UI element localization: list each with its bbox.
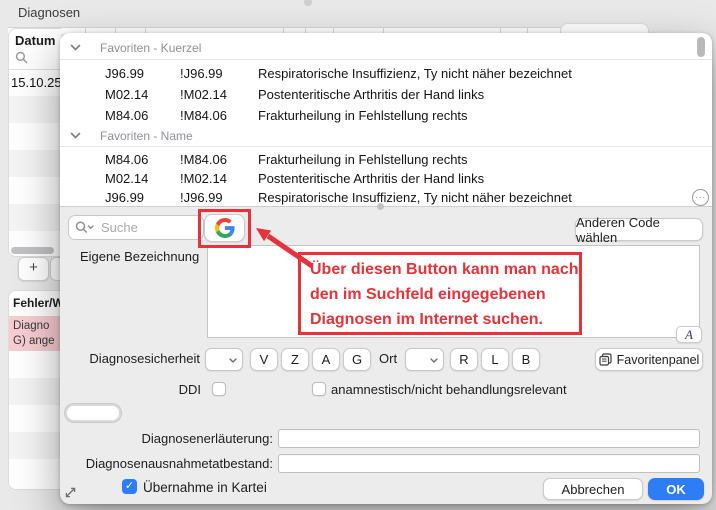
ort-select[interactable] bbox=[405, 348, 444, 371]
favorite-row[interactable]: M84.06 !M84.06 Frakturheilung in Fehlste… bbox=[60, 106, 712, 126]
ort-option-l[interactable]: L bbox=[481, 348, 509, 371]
list-scrollbar-thumb[interactable] bbox=[697, 37, 705, 57]
icd-flagged-code: !M84.06 bbox=[180, 152, 227, 167]
favorite-row[interactable]: M84.06 !M84.06 Frakturheilung in Fehlste… bbox=[60, 150, 712, 170]
ausnahmetatbestand-input[interactable] bbox=[279, 455, 699, 473]
ok-button[interactable]: OK bbox=[648, 478, 704, 500]
diagnoses-table: Datum 15.10.25 bbox=[8, 28, 61, 257]
favorite-row[interactable]: J96.99 !J96.99 Respiratorische Insuffizi… bbox=[60, 188, 712, 206]
erlaeuterung-label: Diagnosenerläuterung: bbox=[141, 431, 273, 446]
icd-code: M84.06 bbox=[105, 108, 149, 123]
search-field bbox=[68, 215, 204, 240]
ort-option-b[interactable]: B bbox=[512, 348, 540, 371]
icd-flagged-code: !J96.99 bbox=[180, 66, 223, 81]
annotation-box: Über diesen Button kann man nach den im … bbox=[298, 252, 582, 335]
horizontal-scrollbar-thumb[interactable] bbox=[11, 247, 54, 254]
check-icon: ✓ bbox=[124, 480, 135, 492]
diagnosis-name: Postenteritische Arthritis der Hand link… bbox=[258, 87, 485, 102]
other-code-button[interactable]: Anderen Code wählen bbox=[575, 215, 703, 245]
column-search-icon[interactable] bbox=[15, 51, 28, 64]
ddi-label: DDI bbox=[178, 382, 201, 397]
erlaeuterung-input[interactable] bbox=[279, 430, 699, 448]
diagnosis-name: Respiratorische Insuffizienz, Ty nicht n… bbox=[258, 190, 572, 205]
sicherheit-option-v[interactable]: V bbox=[250, 348, 278, 371]
screen: Diagnosen Datum 15.10.25 + Fehler/W Diag… bbox=[0, 0, 716, 510]
diagnosis-name: Respiratorische Insuffizienz, Ty nicht n… bbox=[258, 66, 572, 81]
icd-flagged-code: !M84.06 bbox=[180, 108, 227, 123]
separator bbox=[60, 146, 712, 147]
anamnestisch-label: anamnestisch/nicht behandlungsrelevant bbox=[331, 382, 567, 397]
sicherheit-option-a[interactable]: A bbox=[312, 348, 340, 371]
ausnahmetatbestand-field bbox=[278, 454, 700, 473]
diagnosesicherheit-label: Diagnosesicherheit bbox=[89, 351, 200, 366]
chevron-down-icon bbox=[70, 132, 81, 139]
datum-column-header[interactable]: Datum bbox=[15, 33, 55, 48]
favoritenpanel-label: Favoritenpanel bbox=[616, 352, 700, 367]
favorite-row[interactable]: M02.14 !M02.14 Postenteritische Arthriti… bbox=[60, 169, 712, 189]
cancel-button[interactable]: Abbrechen bbox=[543, 478, 643, 500]
add-row-button[interactable]: + bbox=[18, 257, 49, 281]
diagnosis-name: Postenteritische Arthritis der Hand link… bbox=[258, 171, 485, 186]
errors-column-header: Fehler/W bbox=[13, 296, 61, 310]
icd-code: M84.06 bbox=[105, 152, 149, 167]
window-drag-dot bbox=[304, 0, 312, 6]
favorites-list: Favoriten - Kuerzel J96.99 !J96.99 Respi… bbox=[60, 33, 712, 206]
icd-flagged-code: !J96.99 bbox=[180, 190, 223, 205]
text-style-button[interactable]: A bbox=[676, 326, 702, 343]
search-input[interactable] bbox=[68, 215, 204, 240]
error-row[interactable]: Diagno G) ange bbox=[9, 316, 61, 351]
ausnahmetatbestand-label: Diagnosenausnahmetatbestand: bbox=[85, 456, 273, 471]
sicherheit-option-z[interactable]: Z bbox=[281, 348, 309, 371]
diagnosesicherheit-select[interactable] bbox=[205, 348, 243, 371]
icd-code: J96.99 bbox=[105, 190, 145, 205]
annotation-line-2: den im Suchfeld eingegebenen bbox=[310, 286, 546, 303]
sicherheit-option-g[interactable]: G bbox=[343, 348, 371, 371]
chevron-down-icon bbox=[430, 358, 438, 363]
separator bbox=[60, 59, 712, 60]
icd-code: M02.14 bbox=[105, 171, 149, 186]
ddi-checkbox[interactable] bbox=[212, 382, 226, 396]
icd-code: J96.99 bbox=[105, 66, 145, 81]
uebernahme-label: Übernahme in Kartei bbox=[143, 480, 267, 495]
resize-handle-icon[interactable] bbox=[63, 485, 78, 500]
chevron-down-icon bbox=[70, 44, 81, 51]
uebernahme-checkbox[interactable]: ✓ bbox=[122, 479, 137, 494]
favoritenpanel-icon bbox=[599, 353, 612, 366]
diagnosis-dialog: Favoriten - Kuerzel J96.99 !J96.99 Respi… bbox=[60, 33, 712, 504]
anamnestisch-checkbox[interactable] bbox=[312, 382, 326, 396]
pane-divider bbox=[60, 206, 712, 207]
favoritenpanel-button[interactable]: Favoritenpanel bbox=[595, 348, 703, 371]
icd-code: M02.14 bbox=[105, 87, 149, 102]
section-label: Favoriten - Kuerzel bbox=[100, 41, 202, 55]
annotation-line-1: Über diesen Button kann man nach bbox=[310, 261, 579, 278]
empty-pill-field[interactable] bbox=[65, 404, 121, 422]
window-title: Diagnosen bbox=[18, 5, 81, 20]
google-button-highlight bbox=[198, 209, 251, 248]
erlaeuterung-field bbox=[278, 429, 700, 448]
icd-flagged-code: !M02.14 bbox=[180, 171, 227, 186]
diagnosis-name: Frakturheilung in Fehlstellung rechts bbox=[258, 152, 468, 167]
eigene-bezeichnung-label: Eigene Bezeichnung bbox=[80, 249, 200, 264]
diagnosis-name: Frakturheilung in Fehlstellung rechts bbox=[258, 108, 468, 123]
favorite-row[interactable]: M02.14 !M02.14 Postenteritische Arthriti… bbox=[60, 85, 712, 105]
pane-divider-handle[interactable] bbox=[377, 203, 384, 210]
annotation-line-3: Diagnosen im Internet suchen. bbox=[310, 311, 543, 328]
favorite-row[interactable]: J96.99 !J96.99 Respiratorische Insuffizi… bbox=[60, 64, 712, 84]
ort-label: Ort bbox=[379, 351, 398, 366]
chevron-down-icon bbox=[229, 358, 237, 363]
section-label: Favoriten - Name bbox=[100, 129, 193, 143]
more-options-icon[interactable]: ··· bbox=[692, 189, 709, 206]
errors-table: Fehler/W Diagno G) ange bbox=[8, 290, 61, 490]
icd-flagged-code: !M02.14 bbox=[180, 87, 227, 102]
table-row-date[interactable]: 15.10.25 bbox=[11, 70, 61, 96]
ort-option-r[interactable]: R bbox=[450, 348, 478, 371]
